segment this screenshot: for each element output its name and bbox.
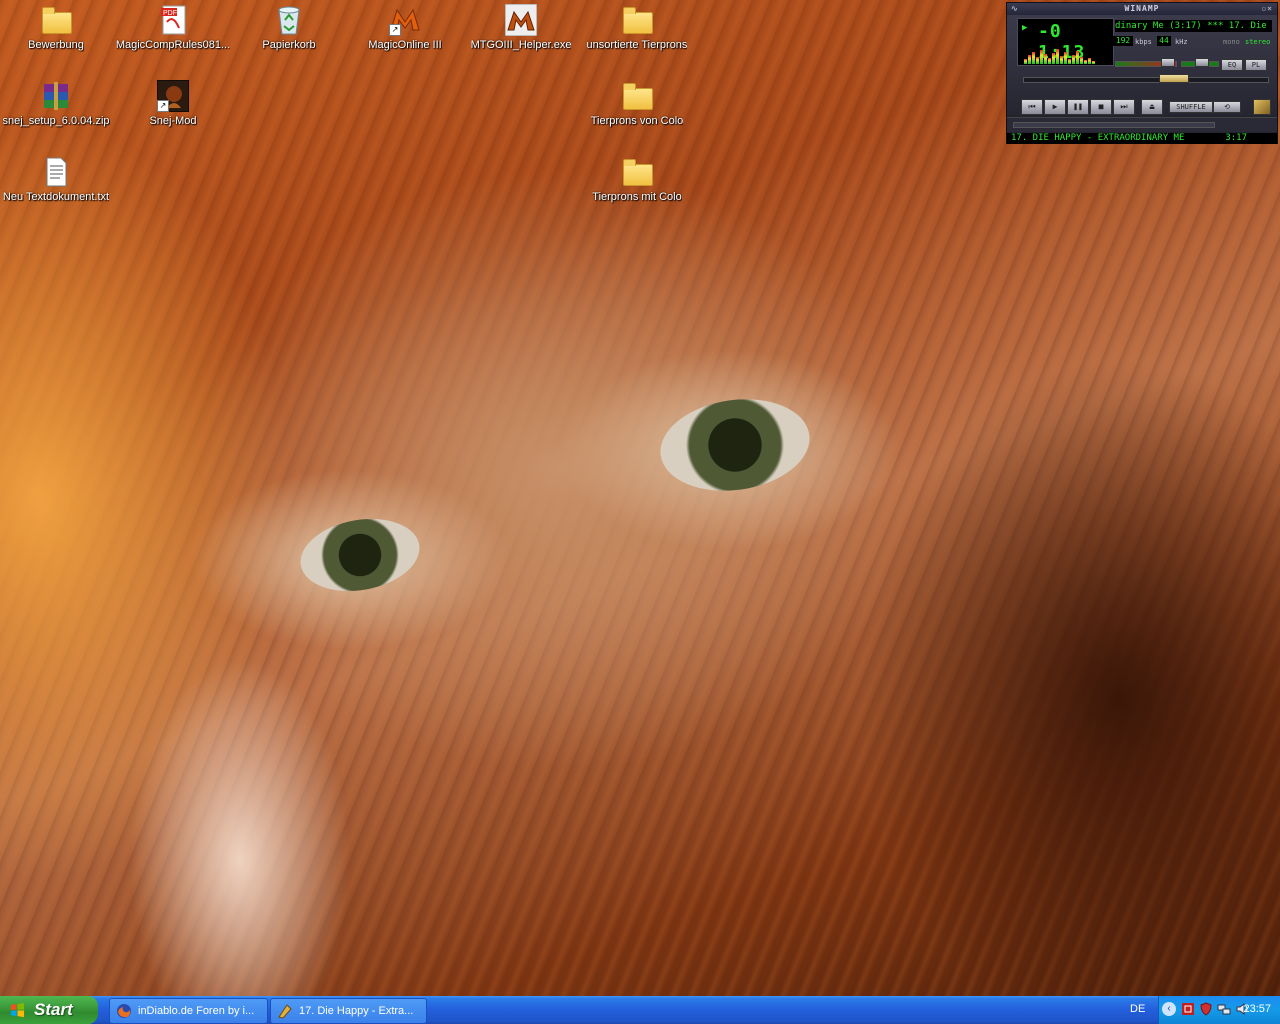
winamp-titlebar[interactable]: WINAMP ∿ ▫× [1007, 3, 1277, 15]
folder-icon [621, 4, 653, 36]
windows-logo-icon [10, 1003, 25, 1018]
language-indicator[interactable]: DE [1130, 1003, 1145, 1015]
winamp-logo-icon[interactable] [1253, 99, 1271, 115]
shortcut-arrow-icon: ↗ [389, 24, 401, 36]
desktop-icon-mtgo-helper[interactable]: MTGOIII_Helper.exe [461, 3, 581, 57]
pdf-icon: PDF [157, 4, 189, 36]
shortcut-arrow-icon: ↗ [157, 100, 169, 112]
desktop-icon-tierprons-von-colo[interactable]: Tierprons von Colo [577, 80, 697, 133]
desktop-icon-neu-textdokument[interactable]: Neu Textdokument.txt [0, 156, 116, 209]
winamp-balance-thumb[interactable] [1195, 58, 1209, 67]
winamp-visualizer[interactable] [1024, 45, 1104, 64]
desktop-wallpaper: Bewerbung PDF MagicCompRules081... Papie… [0, 0, 1280, 996]
winamp-stereo-indicator: stereo [1245, 38, 1271, 46]
winamp-pause-button[interactable]: ❚❚ [1067, 99, 1089, 115]
wallpaper-eye-left [294, 510, 426, 600]
winamp-kbps-label: kbps [1135, 38, 1152, 46]
winamp-mono-indicator: mono [1223, 38, 1240, 46]
winamp-icon [278, 1004, 292, 1019]
folder-icon [621, 80, 653, 112]
winamp-playlist-duration: 3:17 [1225, 133, 1247, 143]
taskbar-button-indiablo[interactable]: inDiablo.de Foren by i... [109, 998, 268, 1024]
winamp-bitrate: 192 [1113, 36, 1133, 46]
winamp-volume-thumb[interactable] [1161, 58, 1175, 67]
play-icon: ▶ [1052, 102, 1058, 111]
winamp-playlist-button[interactable]: PL [1245, 59, 1267, 71]
show-hidden-icons-icon[interactable]: ‹ [1162, 1002, 1176, 1016]
winamp-play-button[interactable]: ▶ [1044, 99, 1066, 115]
winamp-player[interactable]: WINAMP ∿ ▫× ▶ -0 1:13 dinary Me (3:17) *… [1006, 2, 1278, 144]
winamp-playlist-scroll[interactable] [1013, 122, 1215, 128]
security-shield-icon[interactable] [1199, 1002, 1213, 1016]
folder-icon [621, 156, 653, 188]
winamp-khz-label: kHz [1175, 38, 1188, 46]
text-document-icon [40, 156, 72, 188]
winamp-samplerate: 44 [1157, 36, 1171, 46]
start-button[interactable]: Start [0, 996, 98, 1024]
winamp-playlist-row[interactable]: 17. DIE HAPPY - EXTRAORDINARY ME 3:17 [1007, 133, 1277, 144]
taskbar-button-winamp[interactable]: 17. Die Happy - Extra... [270, 998, 427, 1024]
svg-text:PDF: PDF [163, 10, 177, 17]
desktop-icon-magic-comp-rules[interactable]: PDF MagicCompRules081... [113, 4, 233, 57]
play-state-icon: ▶ [1022, 23, 1028, 33]
recycle-bin-icon [273, 4, 305, 36]
previous-icon: ⏮ [1028, 102, 1036, 111]
winamp-previous-button[interactable]: ⏮ [1021, 99, 1043, 115]
winamp-seek-bar[interactable] [1023, 77, 1269, 83]
next-icon: ⏭ [1120, 102, 1128, 111]
taskbar: Start inDiablo.de Foren by i... 17. Die … [0, 996, 1280, 1024]
winamp-eq-button[interactable]: EQ [1221, 59, 1243, 71]
clock[interactable]: 23:57 [1243, 1003, 1271, 1015]
tray-app-icon[interactable] [1181, 1002, 1195, 1016]
desktop-icon-unsortierte-tierprons[interactable]: unsortierte Tierprons [577, 4, 697, 57]
winamp-eject-button[interactable]: ⏏ [1141, 99, 1163, 115]
winrar-archive-icon [40, 80, 72, 112]
magic-online-icon: ↗ [389, 4, 421, 36]
winamp-repeat-button[interactable]: ⟲ [1213, 101, 1241, 113]
winamp-seek-thumb[interactable] [1159, 74, 1189, 83]
desktop-icon-bewerbung[interactable]: Bewerbung [0, 4, 116, 57]
winamp-menu-icon[interactable]: ∿ [1011, 3, 1019, 15]
winamp-next-button[interactable]: ⏭ [1113, 99, 1135, 115]
stop-icon: ■ [1098, 102, 1104, 111]
desktop-icon-snej-mod[interactable]: ↗ Snej-Mod [113, 79, 233, 133]
desktop-icon-snej-setup[interactable]: snej_setup_6.0.04.zip [0, 80, 116, 133]
winamp-stop-button[interactable]: ■ [1090, 99, 1112, 115]
winamp-display: ▶ -0 1:13 [1017, 18, 1114, 66]
repeat-icon: ⟲ [1224, 103, 1230, 111]
winamp-playlist-bar[interactable] [1007, 117, 1277, 132]
winamp-song-marquee: dinary Me (3:17) *** 17. Die Hap [1115, 20, 1272, 32]
mtgo-helper-icon [504, 3, 538, 37]
eject-icon: ⏏ [1149, 102, 1155, 111]
snej-mod-icon: ↗ [156, 79, 190, 113]
desktop-icon-magic-online[interactable]: ↗ MagicOnline III [345, 4, 465, 57]
firefox-icon [117, 1004, 131, 1018]
winamp-title: WINAMP [1124, 4, 1160, 13]
desktop-icon-papierkorb[interactable]: Papierkorb [229, 4, 349, 57]
winamp-playlist-title: 17. DIE HAPPY - EXTRAORDINARY ME [1011, 133, 1185, 143]
system-tray: ‹ 23:57 [1158, 996, 1280, 1024]
winamp-close-icon[interactable]: ▫× [1261, 3, 1273, 15]
wallpaper-eye-right [654, 389, 816, 501]
winamp-shuffle-button[interactable]: SHUFFLE [1169, 101, 1213, 113]
desktop-icon-tierprons-mit-colo[interactable]: Tierprons mit Colo [577, 156, 697, 209]
folder-icon [40, 4, 72, 36]
pause-icon: ❚❚ [1073, 102, 1083, 111]
network-icon[interactable] [1217, 1002, 1231, 1016]
